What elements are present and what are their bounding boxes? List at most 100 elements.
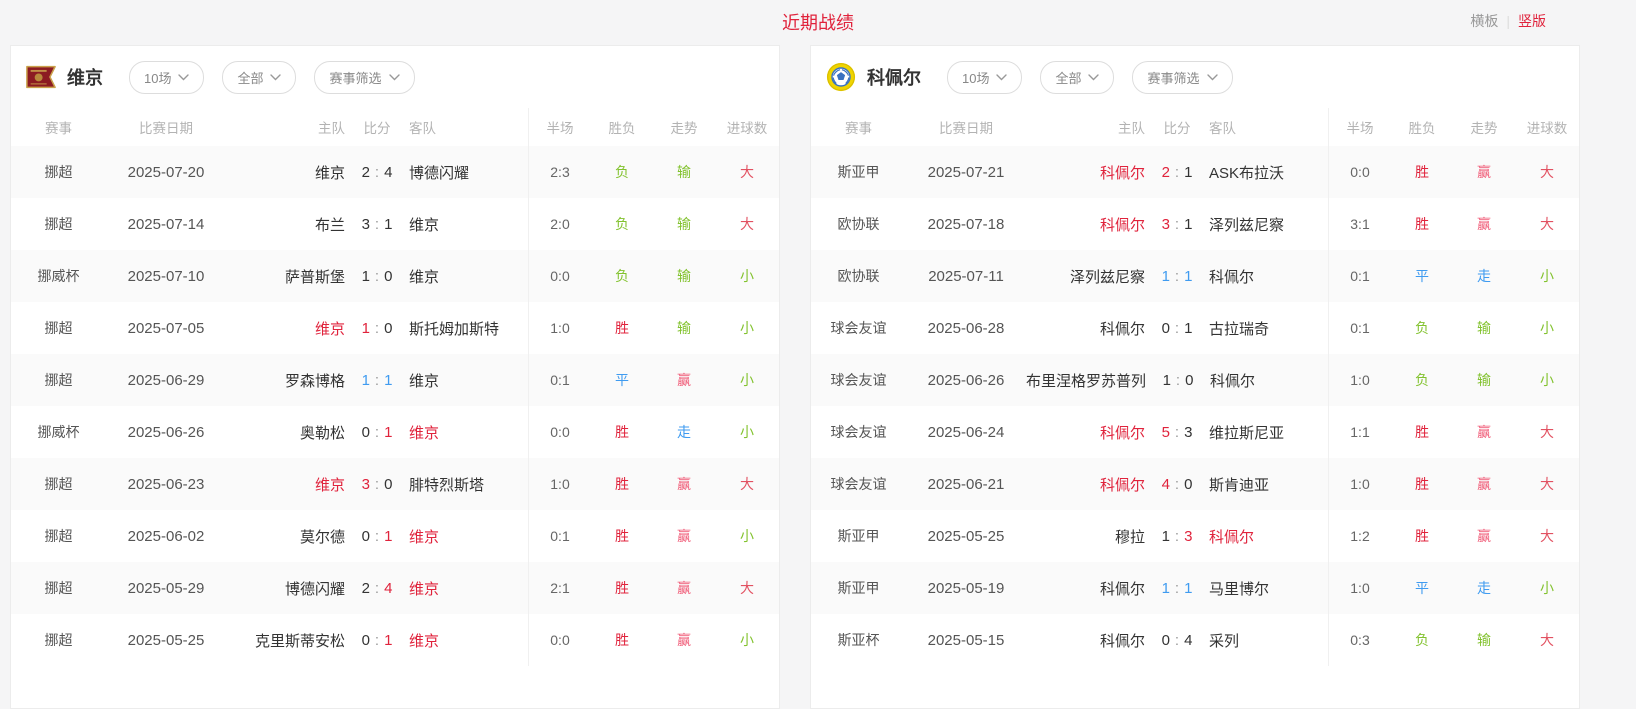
home-score: 1 — [1162, 580, 1170, 597]
panels-container: 维京 10场 全部 赛事筛选 赛事 比赛日期 主队 比分 客队 半场 — [0, 45, 1636, 709]
goals-cell: 小 — [1515, 302, 1579, 354]
match-cell: 泽列兹尼察 1:1 科佩尔 — [1026, 250, 1328, 302]
mode-separator: | — [1506, 13, 1510, 29]
half-score-cell: 0:0 — [1328, 146, 1391, 198]
away-score: 3 — [1184, 424, 1192, 441]
match-cell: 穆拉 1:3 科佩尔 — [1026, 510, 1328, 562]
match-cell: 维京 2:4 博德闪耀 — [226, 146, 528, 198]
goals-cell: 小 — [715, 302, 779, 354]
away-score: 0 — [1184, 476, 1192, 493]
match-count-dropdown[interactable]: 10场 — [129, 61, 204, 94]
chevron-down-icon — [996, 74, 1007, 81]
away-score: 4 — [384, 164, 392, 181]
score: 1:1 — [1145, 268, 1209, 285]
away-team: 维京 — [409, 214, 528, 235]
match-count-dropdown[interactable]: 10场 — [947, 61, 1022, 94]
score: 0:1 — [345, 528, 409, 545]
table-header-row: 赛事 比赛日期 主队 比分 客队 半场 胜负 走势 进球数 — [11, 108, 779, 146]
score-separator: : — [370, 528, 384, 545]
away-score: 1 — [1184, 216, 1192, 233]
trend-cell: 输 — [1453, 302, 1515, 354]
away-team: 科佩尔 — [1209, 526, 1328, 547]
league-cell: 挪威杯 — [11, 406, 106, 458]
event-filter-dropdown[interactable]: 赛事筛选 — [314, 61, 414, 94]
league-cell: 挪超 — [11, 146, 106, 198]
event-filter-dropdown[interactable]: 赛事筛选 — [1132, 61, 1232, 94]
match-cell: 科佩尔 0:1 古拉瑞奇 — [1026, 302, 1328, 354]
date-cell: 2025-07-05 — [106, 302, 226, 354]
date-cell: 2025-07-11 — [906, 250, 1026, 302]
home-score: 0 — [1162, 320, 1170, 337]
result-cell: 胜 — [1391, 510, 1453, 562]
result-cell: 平 — [591, 354, 653, 406]
mode-vertical-link[interactable]: 竖版 — [1518, 11, 1546, 31]
goals-cell: 小 — [715, 510, 779, 562]
away-score: 0 — [384, 268, 392, 285]
page-title: 近期战绩 — [0, 9, 1636, 35]
score-separator: : — [370, 580, 384, 597]
half-score-cell: 0:3 — [1328, 614, 1391, 666]
mode-horizontal-link[interactable]: 横板 — [1470, 11, 1498, 31]
match-row: 球会友谊 2025-06-28 科佩尔 0:1 古拉瑞奇 0:1 负 输 小 — [811, 302, 1579, 354]
date-cell: 2025-06-26 — [906, 354, 1026, 406]
away-team: 科佩尔 — [1209, 266, 1328, 287]
score-separator: : — [370, 424, 384, 441]
away-team: 斯肯迪亚 — [1209, 474, 1328, 495]
half-score-cell: 1:0 — [1328, 354, 1391, 406]
goals-cell: 小 — [715, 250, 779, 302]
home-team: 科佩尔 — [1026, 318, 1145, 339]
home-score: 5 — [1162, 424, 1170, 441]
match-row: 挪威杯 2025-06-26 奥勒松 0:1 维京 0:0 胜 走 小 — [11, 406, 779, 458]
home-score: 2 — [362, 580, 370, 597]
match-row: 挪超 2025-06-02 莫尔德 0:1 维京 0:1 胜 赢 小 — [11, 510, 779, 562]
col-header-half: 半场 — [1328, 108, 1391, 146]
match-cell: 科佩尔 2:1 ASK布拉沃 — [1026, 146, 1328, 198]
koper-team-logo — [826, 62, 856, 92]
league-cell: 球会友谊 — [811, 354, 906, 406]
match-cell: 维京 3:0 腓特烈斯塔 — [226, 458, 528, 510]
table-body: 挪超 2025-07-20 维京 2:4 博德闪耀 2:3 负 输 大 挪超 2… — [11, 146, 779, 666]
half-score-cell: 3:1 — [1328, 198, 1391, 250]
home-team: 科佩尔 — [1026, 422, 1145, 443]
date-cell: 2025-06-28 — [906, 302, 1026, 354]
date-cell: 2025-05-29 — [106, 562, 226, 614]
score-separator: : — [370, 164, 384, 181]
half-score-cell: 0:1 — [1328, 302, 1391, 354]
away-score: 1 — [384, 632, 392, 649]
date-cell: 2025-05-19 — [906, 562, 1026, 614]
trend-cell: 赢 — [653, 562, 715, 614]
half-score-cell: 1:0 — [1328, 562, 1391, 614]
league-cell: 挪超 — [11, 198, 106, 250]
trend-cell: 输 — [653, 198, 715, 250]
col-header-away: 客队 — [1209, 117, 1328, 137]
away-score: 1 — [384, 372, 392, 389]
trend-cell: 赢 — [1453, 406, 1515, 458]
away-team: 马里博尔 — [1209, 578, 1328, 599]
chevron-down-icon — [389, 74, 400, 81]
scope-dropdown[interactable]: 全部 — [222, 61, 296, 94]
date-cell: 2025-07-20 — [106, 146, 226, 198]
home-score: 4 — [1162, 476, 1170, 493]
goals-cell: 大 — [1515, 198, 1579, 250]
result-cell: 负 — [1391, 302, 1453, 354]
home-team: 维京 — [226, 162, 345, 183]
scope-dropdown[interactable]: 全部 — [1040, 61, 1114, 94]
table-body: 斯亚甲 2025-07-21 科佩尔 2:1 ASK布拉沃 0:0 胜 赢 大 … — [811, 146, 1579, 666]
match-row: 球会友谊 2025-06-24 科佩尔 5:3 维拉斯尼亚 1:1 胜 赢 大 — [811, 406, 1579, 458]
league-cell: 欧协联 — [811, 250, 906, 302]
league-cell: 挪超 — [11, 302, 106, 354]
score: 1:1 — [345, 372, 409, 389]
league-cell: 挪超 — [11, 562, 106, 614]
home-team: 科佩尔 — [1026, 630, 1145, 651]
score: 1:0 — [345, 320, 409, 337]
goals-cell: 小 — [1515, 250, 1579, 302]
date-cell: 2025-06-21 — [906, 458, 1026, 510]
away-team: 泽列兹尼察 — [1209, 214, 1328, 235]
away-score: 1 — [384, 216, 392, 233]
home-score: 3 — [362, 216, 370, 233]
home-team: 维京 — [226, 474, 345, 495]
match-cell: 奥勒松 0:1 维京 — [226, 406, 528, 458]
home-score: 1 — [362, 268, 370, 285]
score: 4:0 — [1145, 476, 1209, 493]
away-score: 4 — [384, 580, 392, 597]
